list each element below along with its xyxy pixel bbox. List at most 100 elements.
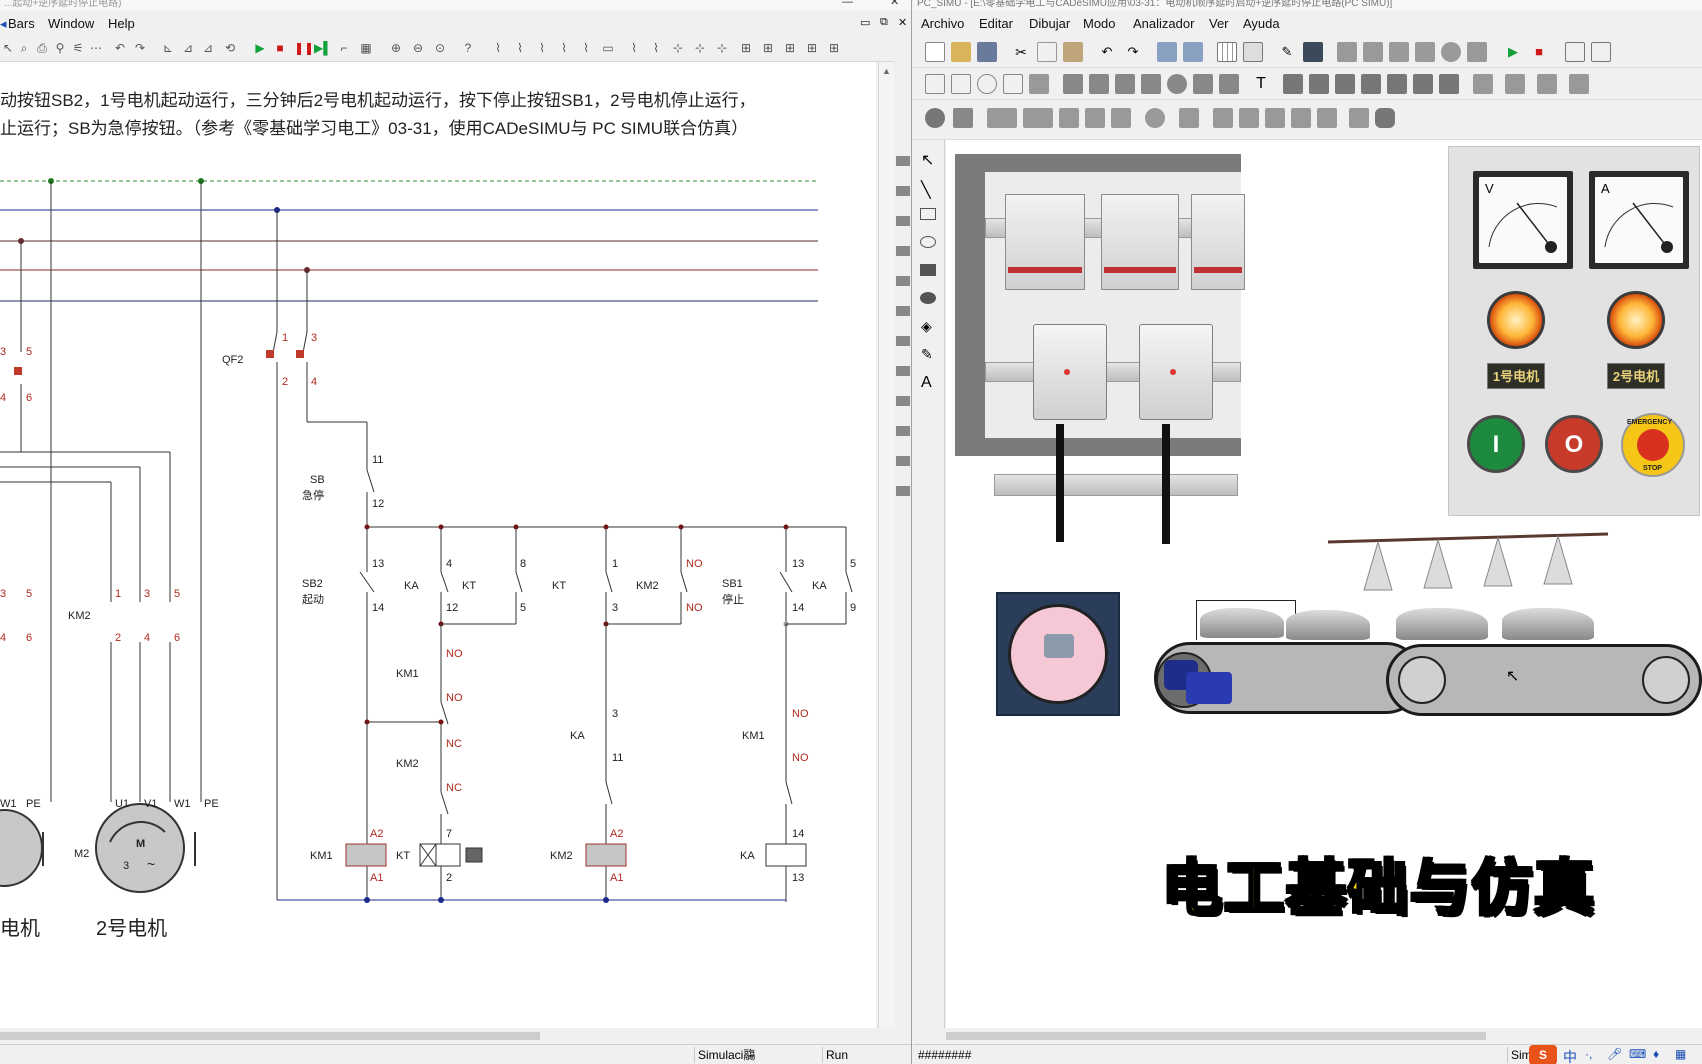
flip-icon[interactable]: ⊿ bbox=[200, 40, 216, 56]
comp8-icon[interactable]: ⌇ bbox=[648, 40, 664, 56]
component-1-icon[interactable] bbox=[1337, 42, 1357, 62]
hex-tool-icon[interactable] bbox=[1375, 108, 1395, 128]
vertical-scrollbar[interactable]: ▲ bbox=[878, 62, 894, 1028]
menu-help[interactable]: Help bbox=[108, 16, 135, 31]
shape-10-icon[interactable] bbox=[1167, 74, 1187, 94]
restore-icon[interactable]: ▭ bbox=[860, 16, 870, 29]
start-button[interactable]: I bbox=[1467, 415, 1525, 473]
contactor-km2[interactable] bbox=[1139, 324, 1213, 420]
breaker-qf1[interactable] bbox=[1005, 194, 1085, 290]
shape-6-icon[interactable] bbox=[1063, 74, 1083, 94]
zoom-icon[interactable]: ⌕ bbox=[16, 40, 32, 56]
ime-punctuation-icon[interactable]: ·, bbox=[1585, 1047, 1592, 1061]
shape-9-icon[interactable] bbox=[1141, 74, 1161, 94]
comp10-icon[interactable]: ⊹ bbox=[692, 40, 708, 56]
save-icon[interactable] bbox=[977, 42, 997, 62]
comp4-icon[interactable]: ⌇ bbox=[556, 40, 572, 56]
shape-3-icon[interactable] bbox=[977, 74, 997, 94]
stop-icon[interactable]: ■ bbox=[272, 40, 288, 56]
ime-logo-icon[interactable]: S bbox=[1529, 1045, 1557, 1064]
side-tool-icons[interactable] bbox=[896, 156, 910, 496]
shape-14-icon[interactable] bbox=[1309, 74, 1329, 94]
fill-tool-icon[interactable]: ◈ bbox=[921, 318, 932, 335]
select-arrow-icon[interactable]: ↖ bbox=[921, 150, 934, 170]
shape-2-icon[interactable] bbox=[951, 74, 971, 94]
horizontal-scroll-thumb[interactable] bbox=[946, 1032, 1486, 1040]
shape-17-icon[interactable] bbox=[1387, 74, 1407, 94]
box-tool-icon[interactable] bbox=[953, 108, 973, 128]
shape-19-icon[interactable] bbox=[1439, 74, 1459, 94]
ime-skin-icon[interactable]: ♦ bbox=[1653, 1047, 1659, 1061]
component-2-icon[interactable] bbox=[1363, 42, 1383, 62]
copy-icon[interactable] bbox=[1037, 42, 1057, 62]
horizontal-scroll-thumb[interactable] bbox=[0, 1032, 540, 1040]
ellipse-tool-icon[interactable] bbox=[920, 236, 936, 248]
menu-back-icon[interactable]: ◂ bbox=[0, 16, 7, 32]
comp15-icon[interactable]: ⊞ bbox=[804, 40, 820, 56]
comp2-icon[interactable]: ⌇ bbox=[512, 40, 528, 56]
ungroup-icon[interactable] bbox=[1183, 42, 1203, 62]
print-preview-icon[interactable]: ⎙ bbox=[34, 40, 50, 56]
component-6-icon[interactable] bbox=[1467, 42, 1487, 62]
filled-ellipse-tool-icon[interactable] bbox=[920, 292, 936, 304]
comp11-icon[interactable]: ⊹ bbox=[714, 40, 730, 56]
menu-dibujar[interactable]: Dibujar bbox=[1029, 16, 1070, 31]
step-icon[interactable]: ▶▌ bbox=[314, 40, 332, 56]
shape-18-icon[interactable] bbox=[1413, 74, 1433, 94]
wire-icon[interactable]: ⚟ bbox=[70, 40, 86, 56]
rectangle-tool-icon[interactable] bbox=[920, 208, 936, 220]
wall-tool-icon[interactable] bbox=[1291, 108, 1311, 128]
menu-window[interactable]: Window bbox=[48, 16, 94, 31]
grid-icon[interactable] bbox=[1217, 42, 1237, 62]
stop-icon[interactable]: ■ bbox=[1529, 42, 1549, 62]
pause-icon[interactable]: ❚❚ bbox=[294, 40, 314, 56]
close-doc-icon[interactable]: ✕ bbox=[898, 16, 907, 29]
horizontal-scrollbar[interactable] bbox=[0, 1028, 876, 1044]
restore-icon-2[interactable]: ⧉ bbox=[880, 16, 888, 29]
pipe-tool-icon[interactable] bbox=[1059, 108, 1079, 128]
menu-ver[interactable]: Ver bbox=[1209, 16, 1229, 31]
lamp-tool-icon[interactable] bbox=[1111, 108, 1131, 128]
contactor-km1[interactable] bbox=[1033, 324, 1107, 420]
menu-modo[interactable]: Modo bbox=[1083, 16, 1116, 31]
pen-tool-icon[interactable]: ✎ bbox=[921, 346, 933, 363]
component-3-icon[interactable] bbox=[1389, 42, 1409, 62]
ime-language[interactable]: 中 bbox=[1563, 1047, 1577, 1064]
comp13-icon[interactable]: ⊞ bbox=[760, 40, 776, 56]
schematic-canvas[interactable]: 动按钮SB2，1号电机起动运行，三分钟后2号电机起动运行，按下停止按钮SB1，2… bbox=[0, 62, 876, 1028]
ime-microphone-icon[interactable]: 🎤︎ bbox=[1607, 1047, 1622, 1061]
run-icon[interactable]: ▶ bbox=[1503, 42, 1523, 62]
text-tool-icon[interactable]: T bbox=[1251, 74, 1271, 94]
comp16-icon[interactable]: ⊞ bbox=[826, 40, 842, 56]
emergency-stop-button[interactable]: EMERGENCY STOP bbox=[1621, 413, 1685, 477]
image-icon[interactable]: ▦ bbox=[358, 40, 374, 56]
zoom-out-icon[interactable]: ⊖ bbox=[410, 40, 426, 56]
menu-editar[interactable]: Editar bbox=[979, 16, 1013, 31]
pointer-icon[interactable]: ↖ bbox=[0, 40, 16, 56]
find-icon[interactable]: ⚲ bbox=[52, 40, 68, 56]
shape-4-icon[interactable] bbox=[1003, 74, 1023, 94]
zoom-in-icon[interactable]: ⊕ bbox=[388, 40, 404, 56]
shape-15-icon[interactable] bbox=[1335, 74, 1355, 94]
grid-icon[interactable]: ⋯ bbox=[88, 40, 104, 56]
text-a-icon[interactable]: A bbox=[921, 374, 932, 392]
rotate-icon[interactable]: ⟲ bbox=[222, 40, 238, 56]
comp1-icon[interactable]: ⌇ bbox=[490, 40, 506, 56]
shape-16-icon[interactable] bbox=[1361, 74, 1381, 94]
run-icon[interactable]: ▶ bbox=[252, 40, 268, 56]
undo-icon[interactable]: ↶ bbox=[1097, 42, 1117, 62]
help-icon[interactable]: ? bbox=[460, 40, 476, 56]
comp14-icon[interactable]: ⊞ bbox=[782, 40, 798, 56]
draw-icon[interactable]: ⌐ bbox=[336, 40, 352, 56]
breaker-qf2[interactable] bbox=[1101, 194, 1179, 290]
close-icon[interactable]: ✕ bbox=[890, 0, 899, 8]
ime-keyboard-icon[interactable]: ⌨ bbox=[1629, 1047, 1646, 1061]
cut-icon[interactable]: ✂ bbox=[1011, 42, 1031, 62]
shape-13-icon[interactable] bbox=[1283, 74, 1303, 94]
undo-icon[interactable]: ↶ bbox=[112, 40, 128, 56]
line-tool-icon[interactable]: ╲ bbox=[921, 180, 931, 200]
breaker-qf3[interactable] bbox=[1191, 194, 1245, 290]
switch-icon[interactable] bbox=[1505, 74, 1525, 94]
monitor-icon[interactable] bbox=[1303, 42, 1323, 62]
zoom-fit-icon[interactable]: ⊙ bbox=[432, 40, 448, 56]
